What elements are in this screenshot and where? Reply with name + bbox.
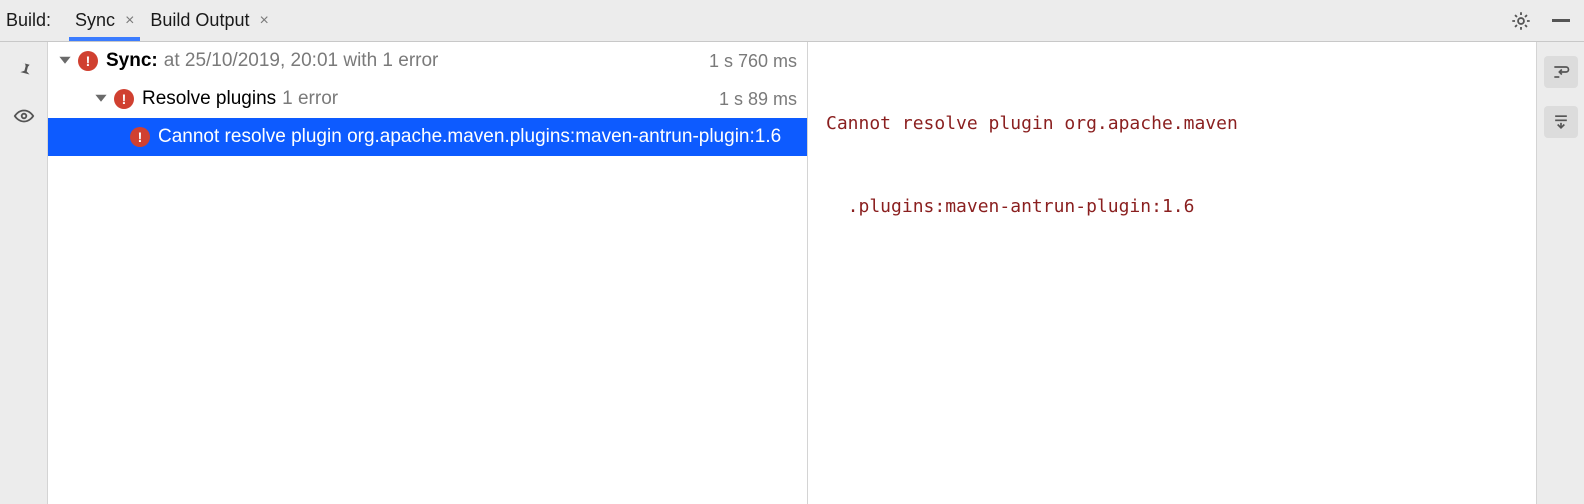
tree-root-subtext: at 25/10/2019, 20:01 with 1 error: [164, 50, 439, 72]
detail-line-2: .plugins:maven-antrun-plugin:1.6: [826, 193, 1518, 221]
tree-row-resolve-plugins[interactable]: Resolve plugins 1 error 1 s 89 ms: [48, 80, 807, 118]
chevron-down-icon[interactable]: [92, 90, 110, 108]
scroll-to-end-icon[interactable]: [1544, 106, 1578, 138]
build-label: Build:: [4, 10, 59, 31]
detail-line-1: Cannot resolve plugin org.apache.maven: [826, 110, 1518, 138]
pin-icon[interactable]: [10, 56, 38, 84]
tab-sync[interactable]: Sync ×: [67, 0, 142, 41]
tree-child-timing: 1 s 89 ms: [719, 89, 797, 110]
tree-leaf-title: Cannot resolve plugin org.apache.maven.p…: [158, 126, 781, 148]
tree-root-title: Sync:: [106, 50, 158, 72]
error-icon: [130, 127, 150, 147]
right-gutter: [1536, 42, 1584, 504]
tab-build-output-label: Build Output: [150, 10, 249, 31]
tab-sync-label: Sync: [75, 10, 115, 31]
build-tabs: Sync × Build Output ×: [67, 0, 277, 41]
tree-root-timing: 1 s 760 ms: [709, 51, 797, 72]
build-toolwindow-header: Build: Sync × Build Output ×: [0, 0, 1584, 42]
header-actions: [1510, 10, 1578, 32]
chevron-down-icon[interactable]: [56, 52, 74, 70]
minimize-icon[interactable]: [1550, 10, 1572, 32]
tree-row-root[interactable]: Sync: at 25/10/2019, 20:01 with 1 error …: [48, 42, 807, 80]
left-gutter: [0, 42, 48, 504]
build-main: Sync: at 25/10/2019, 20:01 with 1 error …: [48, 42, 1536, 504]
build-tree[interactable]: Sync: at 25/10/2019, 20:01 with 1 error …: [48, 42, 808, 504]
tree-child-title: Resolve plugins: [142, 88, 276, 110]
tree-row-error-selected[interactable]: Cannot resolve plugin org.apache.maven.p…: [48, 118, 807, 156]
tree-child-subtext: 1 error: [282, 88, 338, 110]
tab-build-output[interactable]: Build Output ×: [142, 0, 276, 41]
gear-icon[interactable]: [1510, 10, 1532, 32]
error-icon: [78, 51, 98, 71]
error-icon: [114, 89, 134, 109]
soft-wrap-icon[interactable]: [1544, 56, 1578, 88]
eye-icon[interactable]: [10, 102, 38, 130]
build-detail[interactable]: Cannot resolve plugin org.apache.maven .…: [808, 42, 1536, 504]
close-icon[interactable]: ×: [259, 13, 268, 29]
close-icon[interactable]: ×: [125, 13, 134, 29]
